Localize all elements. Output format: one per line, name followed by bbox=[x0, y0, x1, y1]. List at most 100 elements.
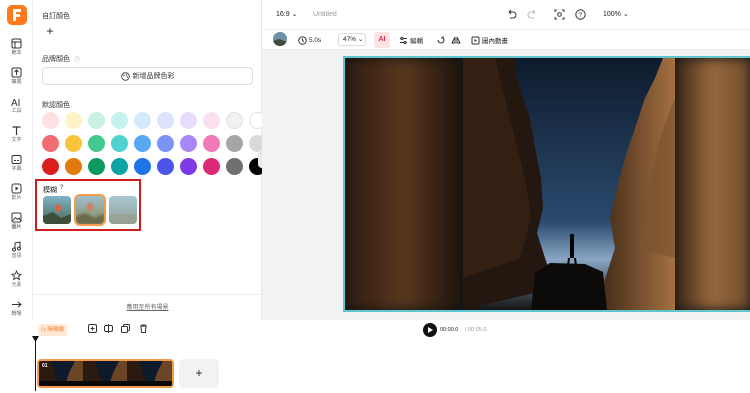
sidebar-item-audio[interactable]: 音訊 bbox=[0, 241, 33, 267]
zoom-selector[interactable]: 100% ⌄ bbox=[603, 10, 629, 18]
template-icon bbox=[11, 38, 22, 49]
custom-color-title: 自訂顏色 bbox=[42, 13, 70, 20]
color-swatch[interactable] bbox=[226, 112, 243, 129]
add-clip-button[interactable]: + bbox=[179, 359, 219, 388]
sidebar-item-video[interactable]: 影片 bbox=[0, 183, 33, 209]
play-button[interactable] bbox=[423, 323, 437, 337]
color-swatch[interactable] bbox=[65, 112, 82, 129]
blur-option-light[interactable] bbox=[74, 194, 106, 226]
blur-preview-image bbox=[109, 196, 137, 224]
sidebar-item-image[interactable]: 圖片 bbox=[0, 212, 33, 238]
blur-option-none[interactable] bbox=[43, 196, 71, 224]
clock-icon bbox=[298, 35, 307, 45]
blur-preview-image bbox=[76, 196, 104, 224]
help-circle-icon[interactable]: ? bbox=[575, 9, 586, 20]
scene-image bbox=[345, 58, 750, 310]
playback-bar: 00:00.0 / 00:05.0 bbox=[262, 320, 750, 340]
color-swatch[interactable] bbox=[157, 135, 174, 152]
clip-thumbnails bbox=[39, 361, 172, 386]
info-icon[interactable]: ⓘ bbox=[74, 55, 80, 64]
redo-icon[interactable] bbox=[527, 9, 538, 20]
sidebar-item-text[interactable]: 文字 bbox=[0, 125, 33, 151]
sidebar-item-label: 轉場 bbox=[11, 311, 22, 317]
color-swatch[interactable] bbox=[180, 158, 197, 175]
canvas-stage bbox=[262, 50, 750, 320]
sidebar-item-label: 音訊 bbox=[11, 253, 22, 259]
split-icon[interactable] bbox=[104, 324, 113, 333]
color-swatch[interactable] bbox=[134, 112, 151, 129]
screenshot-icon[interactable] bbox=[554, 9, 565, 20]
blur-option-strong[interactable] bbox=[109, 196, 137, 224]
text-icon bbox=[12, 126, 21, 135]
upload-icon bbox=[11, 67, 22, 78]
add-custom-color-button[interactable]: + bbox=[43, 25, 57, 39]
flip-icon[interactable] bbox=[451, 33, 461, 47]
sidebar-item-label: 元素 bbox=[11, 282, 22, 288]
subtitle-icon bbox=[11, 155, 22, 164]
add-brand-color-button[interactable]: 新增品牌色彩 bbox=[42, 67, 253, 85]
color-swatch[interactable] bbox=[65, 135, 82, 152]
default-color-swatches bbox=[42, 112, 266, 181]
color-swatch[interactable] bbox=[203, 158, 220, 175]
rotate-icon[interactable] bbox=[436, 33, 446, 47]
playhead[interactable] bbox=[35, 336, 36, 391]
color-swatch[interactable] bbox=[42, 112, 59, 129]
video-canvas[interactable] bbox=[343, 56, 750, 312]
help-icon[interactable]: ? bbox=[60, 185, 63, 191]
sidebar-item-label: 文字 bbox=[11, 137, 22, 143]
color-swatch[interactable] bbox=[180, 135, 197, 152]
scene-toolbar: 5.0s 47% ⌄ AI 編輯 圖內動畫 bbox=[262, 30, 750, 50]
sidebar-item-upload[interactable]: 擴展 bbox=[0, 67, 33, 93]
palette-icon bbox=[120, 71, 130, 81]
app-logo[interactable] bbox=[7, 5, 27, 25]
scene-thumbnail[interactable] bbox=[273, 32, 287, 46]
color-swatch[interactable] bbox=[226, 158, 243, 175]
current-time: 00:00.0 bbox=[440, 327, 459, 333]
sidebar-item-label: 字幕 bbox=[11, 166, 22, 172]
duration-button[interactable]: 5.0s bbox=[298, 33, 321, 47]
color-swatch[interactable] bbox=[42, 135, 59, 152]
color-swatch[interactable] bbox=[88, 135, 105, 152]
color-swatch[interactable] bbox=[65, 158, 82, 175]
color-swatch[interactable] bbox=[134, 135, 151, 152]
edit-button[interactable]: 編輯 bbox=[399, 33, 423, 47]
timeline-toggle[interactable]: ◷ 時間線 bbox=[38, 324, 67, 336]
sidebar-item-template[interactable]: 範本 bbox=[0, 38, 33, 64]
video-editor: 範本 擴展 AI 工具 文字 字幕 影片 圖片 音訊 元素 轉場 自訂顏色 + … bbox=[0, 0, 750, 393]
color-swatch[interactable] bbox=[111, 135, 128, 152]
chevron-down-icon: ⌄ bbox=[357, 36, 364, 43]
color-swatch[interactable] bbox=[134, 158, 151, 175]
color-swatch[interactable] bbox=[88, 112, 105, 129]
color-swatch[interactable] bbox=[226, 135, 243, 152]
swatch-row bbox=[42, 158, 266, 175]
color-swatch[interactable] bbox=[157, 112, 174, 129]
color-swatch[interactable] bbox=[157, 158, 174, 175]
aspect-ratio-selector[interactable]: 16:9 ⌄ bbox=[276, 10, 297, 18]
sidebar-item-subtitle[interactable]: 字幕 bbox=[0, 154, 33, 180]
ai-button[interactable]: AI bbox=[374, 32, 390, 48]
timeline-clip[interactable]: 01 bbox=[37, 359, 174, 388]
add-scene-icon[interactable] bbox=[88, 324, 97, 333]
sidebar-item-ai-tools[interactable]: AI 工具 bbox=[0, 96, 33, 122]
chevron-down-icon: ⌄ bbox=[291, 11, 298, 18]
clock-icon: ◷ bbox=[41, 327, 46, 333]
sidebar-item-elements[interactable]: 元素 bbox=[0, 270, 33, 296]
undo-icon[interactable] bbox=[506, 9, 517, 20]
add-brand-color-label: 新增品牌色彩 bbox=[132, 73, 175, 80]
motion-button[interactable]: 圖內動畫 bbox=[471, 33, 508, 47]
left-rail: 範本 擴展 AI 工具 文字 字幕 影片 圖片 音訊 元素 轉場 bbox=[0, 0, 33, 346]
color-swatch[interactable] bbox=[203, 112, 220, 129]
color-swatch[interactable] bbox=[203, 135, 220, 152]
project-title[interactable]: Untitled bbox=[313, 11, 337, 18]
svg-text:?: ? bbox=[578, 12, 582, 19]
blur-title: 模糊 bbox=[43, 187, 57, 194]
color-swatch[interactable] bbox=[42, 158, 59, 175]
color-swatch[interactable] bbox=[180, 112, 197, 129]
color-swatch[interactable] bbox=[111, 112, 128, 129]
duplicate-icon[interactable] bbox=[121, 324, 130, 333]
trash-icon[interactable] bbox=[139, 324, 148, 333]
apply-to-all-scenes-link[interactable]: 應用至所有場景 bbox=[33, 294, 262, 320]
color-swatch[interactable] bbox=[111, 158, 128, 175]
scale-dropdown[interactable]: 47% ⌄ bbox=[338, 33, 366, 46]
color-swatch[interactable] bbox=[88, 158, 105, 175]
